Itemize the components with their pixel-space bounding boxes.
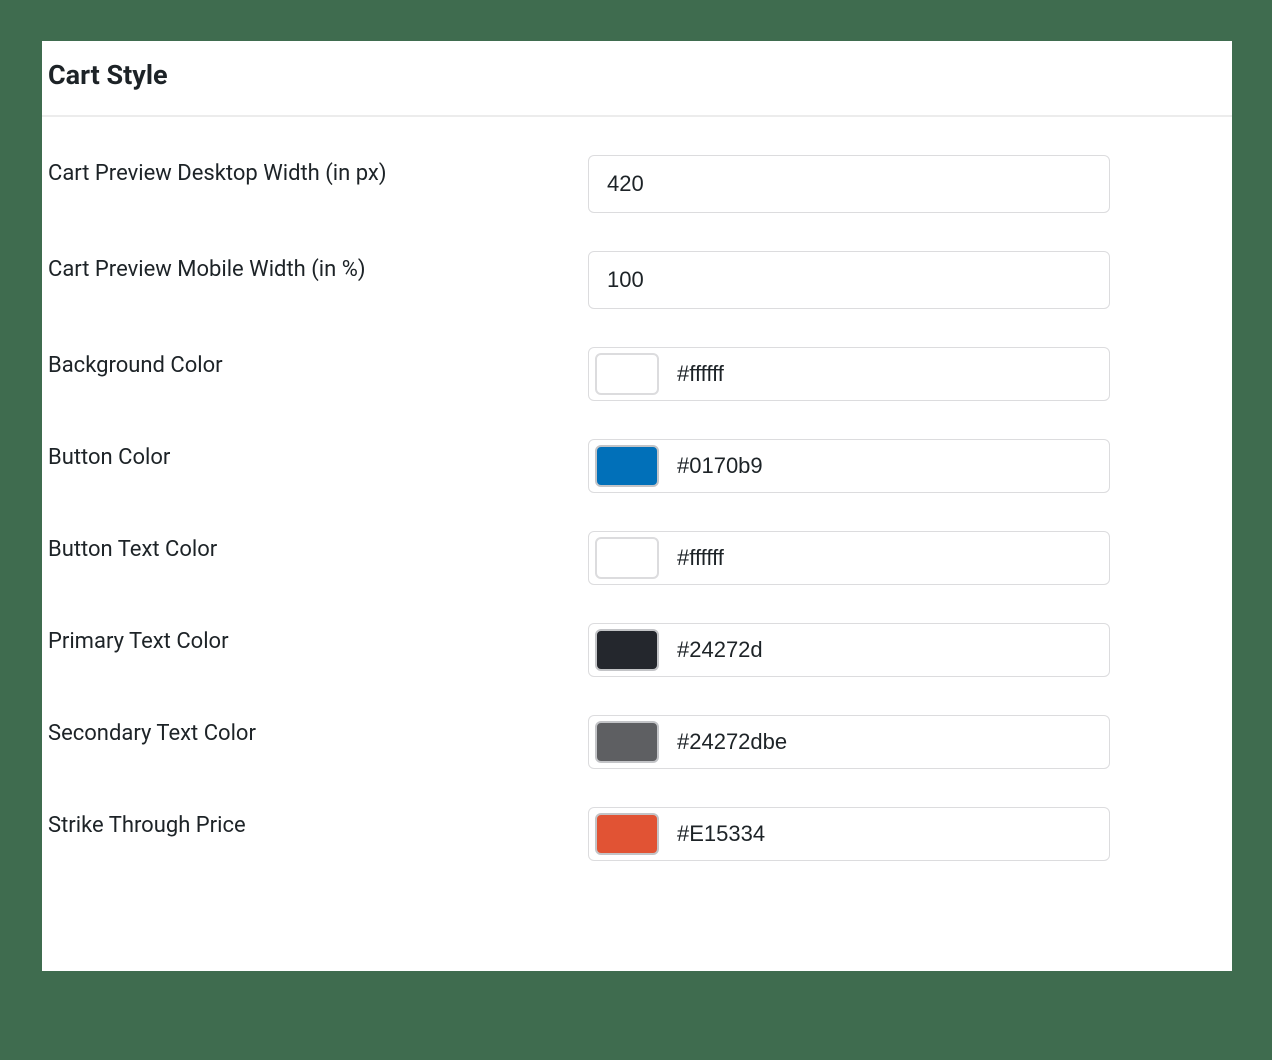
field-primary-text-color [588,623,1110,677]
row-button-text-color: Button Text Color [48,493,1226,585]
row-desktop-width: Cart Preview Desktop Width (in px) [48,117,1226,213]
field-mobile-width [588,251,1110,309]
field-button-color [588,439,1110,493]
row-primary-text-color: Primary Text Color [48,585,1226,677]
label-secondary-text-color: Secondary Text Color [48,715,588,746]
field-button-text-color [588,531,1110,585]
label-button-text-color: Button Text Color [48,531,588,562]
label-primary-text-color: Primary Text Color [48,623,588,654]
swatch-strike-through-price[interactable] [595,813,659,855]
row-mobile-width: Cart Preview Mobile Width (in %) [48,213,1226,309]
label-strike-through-price: Strike Through Price [48,807,588,838]
field-background-color [588,347,1110,401]
input-mobile-width[interactable] [588,251,1110,309]
row-button-color: Button Color [48,401,1226,493]
swatch-secondary-text-color[interactable] [595,721,659,763]
input-button-color[interactable] [663,442,1107,490]
input-desktop-width[interactable] [588,155,1110,213]
row-background-color: Background Color [48,309,1226,401]
input-background-color[interactable] [663,350,1107,398]
label-mobile-width: Cart Preview Mobile Width (in %) [48,251,588,282]
label-desktop-width: Cart Preview Desktop Width (in px) [48,155,588,186]
color-input-button-text [588,531,1110,585]
settings-form: Cart Preview Desktop Width (in px) Cart … [42,117,1232,861]
section-title: Cart Style [42,41,1232,117]
row-secondary-text-color: Secondary Text Color [48,677,1226,769]
swatch-button-text-color[interactable] [595,537,659,579]
label-background-color: Background Color [48,347,588,378]
input-primary-text-color[interactable] [663,626,1107,674]
input-button-text-color[interactable] [663,534,1107,582]
swatch-primary-text-color[interactable] [595,629,659,671]
color-input-button [588,439,1110,493]
color-input-strike-through [588,807,1110,861]
swatch-button-color[interactable] [595,445,659,487]
color-input-primary-text [588,623,1110,677]
field-desktop-width [588,155,1110,213]
row-strike-through-price: Strike Through Price [48,769,1226,861]
label-button-color: Button Color [48,439,588,470]
swatch-background-color[interactable] [595,353,659,395]
color-input-background [588,347,1110,401]
settings-panel: Cart Style Cart Preview Desktop Width (i… [42,41,1232,971]
field-secondary-text-color [588,715,1110,769]
input-strike-through-price[interactable] [663,810,1107,858]
field-strike-through-price [588,807,1110,861]
color-input-secondary-text [588,715,1110,769]
input-secondary-text-color[interactable] [663,718,1107,766]
